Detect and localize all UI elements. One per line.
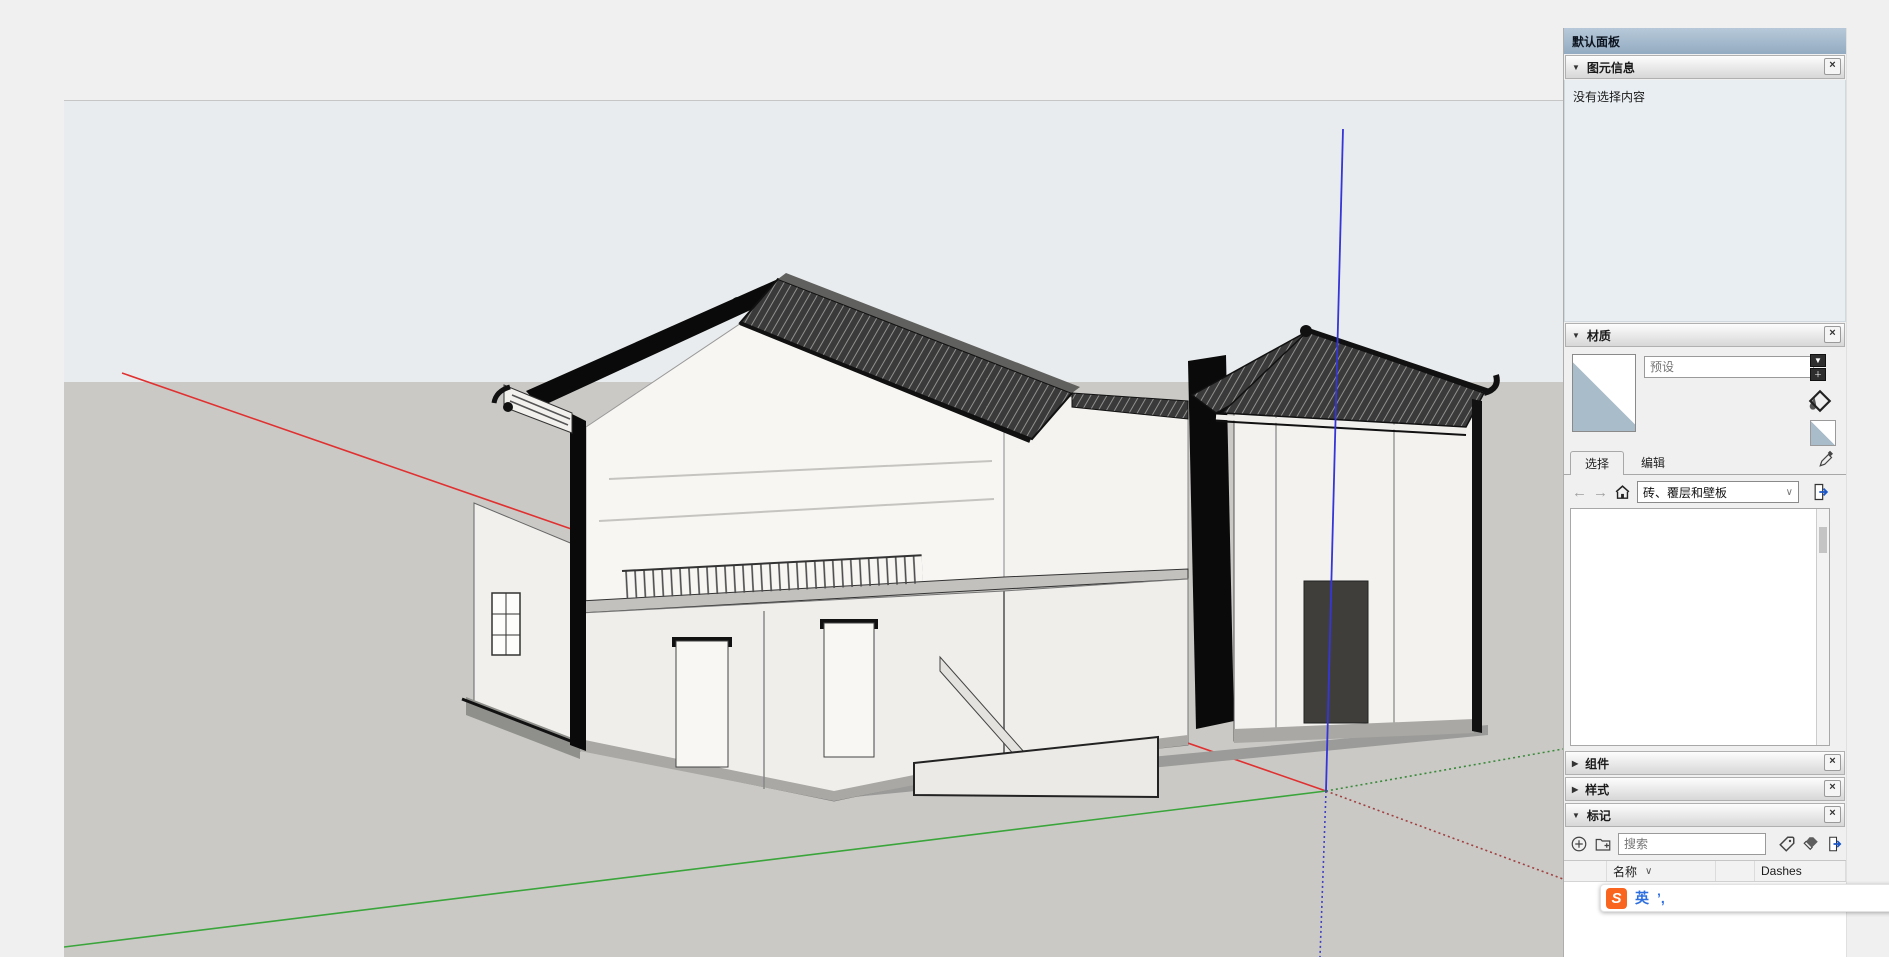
tags-toolbar	[1564, 828, 1846, 860]
sketchup-window: 默认面板 ▼ 图元信息 × 没有选择内容 ▼ 材质 × ▼＋	[0, 0, 1889, 957]
collapse-triangle-icon[interactable]: ▶	[1572, 785, 1578, 794]
materials-tabs: 选择 编辑	[1564, 450, 1852, 475]
add-tag-button[interactable]	[1570, 835, 1588, 853]
styles-header[interactable]: ▶ 样式 ×	[1565, 777, 1845, 801]
close-icon[interactable]: ×	[1824, 780, 1841, 797]
material-name-field[interactable]	[1644, 356, 1814, 378]
swatch-scrollbar[interactable]	[1816, 509, 1829, 745]
tags-header[interactable]: ▼ 标记 ×	[1565, 803, 1845, 827]
tags-table-header: 名称∨ Dashes	[1564, 861, 1846, 882]
material-preview	[1572, 354, 1636, 432]
tab-edit[interactable]: 编辑	[1626, 450, 1680, 474]
material-sample-swatch	[1810, 420, 1836, 446]
create-material-button[interactable]	[1807, 388, 1834, 415]
sogou-logo-icon[interactable]: S	[1606, 888, 1627, 909]
model-viewport[interactable]	[64, 101, 1563, 957]
collapse-triangle-icon[interactable]: ▶	[1572, 759, 1578, 768]
add-pane-icon[interactable]: ＋	[1810, 368, 1826, 381]
ime-language-toggle[interactable]: 英	[1635, 888, 1649, 908]
styles-title: 样式	[1585, 781, 1609, 798]
ime-punctuation-toggle[interactable]: ’,	[1657, 890, 1665, 906]
sample-paint-eyedropper-button[interactable]	[1818, 450, 1836, 468]
color-by-tag-icon[interactable]	[1802, 835, 1820, 853]
collapse-triangle-icon[interactable]: ▼	[1572, 331, 1580, 340]
category-value: 砖、覆层和壁板	[1643, 484, 1727, 501]
material-category-dropdown[interactable]: 砖、覆层和壁板 ∨	[1637, 481, 1799, 503]
close-icon[interactable]: ×	[1824, 754, 1841, 771]
toolbar-extensions	[0, 62, 1563, 101]
show-secondary-pane-icon[interactable]: ▼	[1810, 354, 1826, 367]
tag-search-input[interactable]	[1618, 833, 1766, 855]
material-swatch-list	[1570, 508, 1830, 746]
components-title: 组件	[1585, 755, 1609, 772]
panel-title: 默认面板	[1564, 28, 1846, 54]
close-icon[interactable]: ×	[1824, 806, 1841, 823]
collapse-triangle-icon[interactable]: ▼	[1572, 811, 1580, 820]
visibility-column-header	[1564, 861, 1607, 881]
tool-palette	[0, 100, 64, 957]
add-tag-folder-button[interactable]	[1594, 835, 1612, 853]
panel-title-label: 默认面板	[1572, 33, 1620, 50]
materials-title: 材质	[1587, 327, 1611, 344]
back-arrow-icon[interactable]: ←	[1572, 484, 1587, 501]
in-model-home-icon[interactable]	[1614, 484, 1631, 501]
toolbar-styles-views-shadows	[0, 28, 1563, 62]
scrollbar-thumb[interactable]	[1819, 527, 1827, 553]
tags-title: 标记	[1587, 807, 1611, 824]
purge-tags-icon[interactable]	[1778, 835, 1796, 853]
3d-scene[interactable]	[64, 101, 1563, 957]
entity-info-title: 图元信息	[1587, 59, 1635, 76]
components-header[interactable]: ▶ 组件 ×	[1565, 751, 1845, 775]
default-panel-tray: 默认面板 ▼ 图元信息 × 没有选择内容 ▼ 材质 × ▼＋	[1563, 28, 1889, 957]
chevron-down-icon: ∨	[1786, 487, 1793, 498]
entity-info-body: 没有选择内容	[1564, 80, 1846, 322]
menu-bar	[0, 0, 1889, 29]
secondary-pane-buttons[interactable]: ▼＋	[1810, 354, 1826, 382]
tab-select[interactable]: 选择	[1570, 451, 1624, 475]
name-column-header[interactable]: 名称∨	[1607, 861, 1716, 881]
materials-header[interactable]: ▼ 材质 ×	[1565, 323, 1845, 347]
sort-chevron-icon[interactable]: ∨	[1645, 866, 1652, 877]
entity-info-message: 没有选择内容	[1573, 90, 1645, 104]
materials-body: ▼＋ 选择 编辑 ← → 砖、覆层和壁板 ∨	[1564, 348, 1846, 750]
panel-scroll-gutter[interactable]	[1846, 28, 1889, 957]
close-icon[interactable]: ×	[1824, 58, 1841, 75]
ime-toolbar[interactable]: S 英 ’,	[1600, 884, 1889, 912]
house-section-model	[462, 273, 1497, 801]
tag-details-icon[interactable]	[1826, 835, 1844, 853]
collapse-triangle-icon[interactable]: ▼	[1572, 63, 1580, 72]
materials-nav-row: ← → 砖、覆层和壁板 ∨	[1564, 480, 1854, 504]
forward-arrow-icon[interactable]: →	[1593, 484, 1608, 501]
entity-info-header[interactable]: ▼ 图元信息 ×	[1565, 55, 1845, 79]
material-list-options-icon[interactable]	[1811, 482, 1831, 502]
color-column-header	[1716, 861, 1755, 881]
close-icon[interactable]: ×	[1824, 326, 1841, 343]
dashes-column-header[interactable]: Dashes	[1755, 861, 1846, 881]
